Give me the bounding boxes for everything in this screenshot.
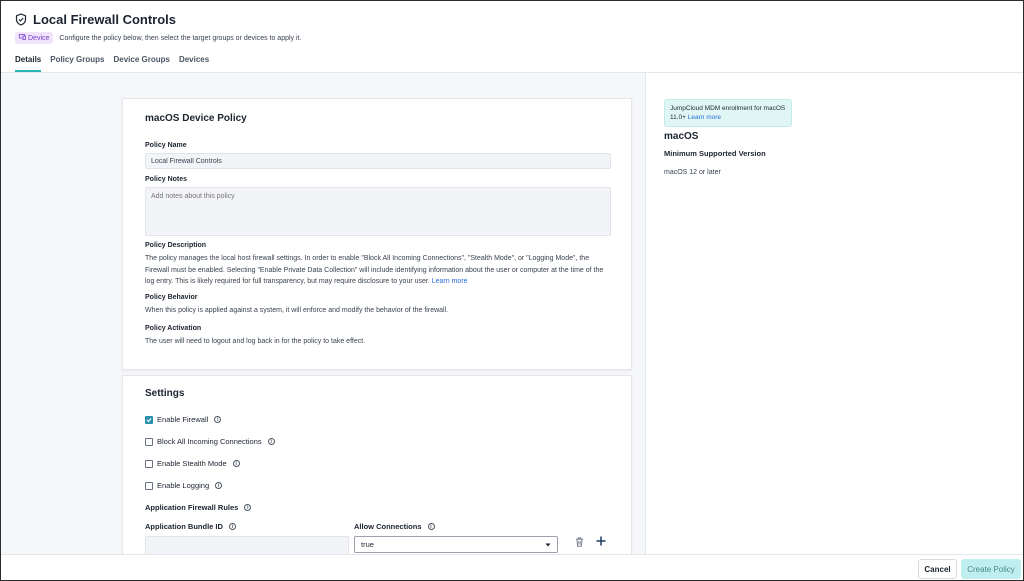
card-title: macOS Device Policy bbox=[145, 113, 247, 124]
info-icon[interactable]: i bbox=[232, 460, 240, 467]
policy-details-card: macOS Device Policy Policy Name Policy N… bbox=[122, 98, 632, 370]
allow-connections-heading: Allow Connections i bbox=[354, 522, 435, 531]
subtitle-row: Device Configure the policy below, then … bbox=[15, 32, 301, 44]
info-icon[interactable]: i bbox=[267, 438, 275, 445]
info-icon[interactable]: i bbox=[427, 523, 435, 530]
allow-connections-label: Allow Connections bbox=[354, 522, 422, 531]
option-enable-logging[interactable]: Enable Logging i bbox=[145, 481, 223, 490]
option-block-incoming[interactable]: Block All Incoming Connections i bbox=[145, 437, 275, 446]
allow-connections-select[interactable]: true bbox=[354, 536, 558, 553]
policy-notes-input[interactable] bbox=[145, 187, 611, 236]
info-icon[interactable]: i bbox=[228, 523, 236, 530]
os-name: macOS bbox=[664, 131, 699, 142]
tab-bar: Details Policy Groups Device Groups Devi… bbox=[15, 55, 209, 72]
footer-bar: Cancel Create Policy bbox=[1, 554, 1023, 580]
settings-title: Settings bbox=[145, 388, 185, 399]
stealth-mode-checkbox[interactable] bbox=[145, 459, 153, 468]
policy-activation-text: The user will need to logout and log bac… bbox=[145, 338, 366, 345]
policy-behavior-label: Policy Behavior bbox=[145, 294, 198, 301]
policy-behavior-text: When this policy is applied against a sy… bbox=[145, 307, 449, 314]
page-header: Local Firewall Controls Device Configure… bbox=[1, 1, 1023, 73]
enable-firewall-label: Enable Firewall bbox=[157, 415, 209, 424]
policy-description-text: The policy manages the local host firewa… bbox=[145, 255, 604, 285]
firewall-rules-label: Application Firewall Rules bbox=[145, 503, 239, 512]
stealth-mode-label: Enable Stealth Mode bbox=[157, 459, 227, 468]
tab-device-groups[interactable]: Device Groups bbox=[113, 55, 169, 72]
title-row: Local Firewall Controls bbox=[15, 12, 176, 27]
device-badge: Device bbox=[15, 32, 54, 44]
device-icon bbox=[19, 34, 26, 42]
firewall-rules-heading: Application Firewall Rules i bbox=[145, 503, 252, 512]
enable-logging-checkbox[interactable] bbox=[145, 481, 153, 490]
tab-details[interactable]: Details bbox=[15, 55, 42, 72]
block-incoming-checkbox[interactable] bbox=[145, 437, 153, 446]
app-window: Local Firewall Controls Device Configure… bbox=[0, 0, 1024, 581]
trash-icon[interactable] bbox=[575, 534, 584, 552]
option-enable-firewall[interactable]: Enable Firewall i bbox=[145, 415, 222, 424]
policy-description-label: Policy Description bbox=[145, 242, 207, 249]
policy-name-label: Policy Name bbox=[145, 142, 187, 149]
caret-down-icon bbox=[545, 540, 551, 549]
page-title: Local Firewall Controls bbox=[33, 12, 177, 27]
info-icon[interactable]: i bbox=[244, 504, 252, 511]
shield-icon bbox=[15, 13, 27, 26]
page-subtitle: Configure the policy below, then select … bbox=[59, 34, 302, 42]
tab-devices[interactable]: Devices bbox=[179, 55, 209, 72]
bundle-id-label: Application Bundle ID bbox=[145, 522, 223, 531]
settings-card: Settings Enable Firewall i Block All Inc… bbox=[122, 375, 632, 565]
os-info-panel: JumpCloud MDM enrollment for macOS 11.0+… bbox=[645, 73, 1023, 554]
policy-description: The policy manages the local host firewa… bbox=[145, 253, 611, 288]
mdm-learn-more-link[interactable]: Learn more bbox=[688, 114, 721, 121]
enable-logging-label: Enable Logging bbox=[157, 481, 210, 490]
allow-connections-value: true bbox=[361, 540, 374, 549]
option-stealth-mode[interactable]: Enable Stealth Mode i bbox=[145, 459, 240, 468]
policy-notes-label: Policy Notes bbox=[145, 176, 188, 183]
plus-icon[interactable] bbox=[596, 533, 606, 551]
policy-activation-label: Policy Activation bbox=[145, 325, 202, 332]
learn-more-link[interactable]: Learn more bbox=[432, 278, 468, 285]
tab-policy-groups[interactable]: Policy Groups bbox=[50, 55, 104, 72]
mdm-notice: JumpCloud MDM enrollment for macOS 11.0+… bbox=[664, 99, 792, 127]
block-incoming-label: Block All Incoming Connections bbox=[157, 437, 262, 446]
bundle-id-heading: Application Bundle ID i bbox=[145, 522, 236, 531]
info-icon[interactable]: i bbox=[214, 416, 222, 423]
create-policy-button[interactable]: Create Policy bbox=[961, 559, 1021, 579]
enable-firewall-checkbox[interactable] bbox=[145, 415, 153, 424]
badge-label: Device bbox=[28, 34, 50, 42]
cancel-button[interactable]: Cancel bbox=[918, 559, 957, 579]
policy-name-input[interactable] bbox=[145, 153, 611, 169]
min-version-label: Minimum Supported Version bbox=[664, 149, 766, 158]
min-version-value: macOS 12 or later bbox=[664, 169, 721, 176]
info-icon[interactable]: i bbox=[215, 482, 223, 489]
